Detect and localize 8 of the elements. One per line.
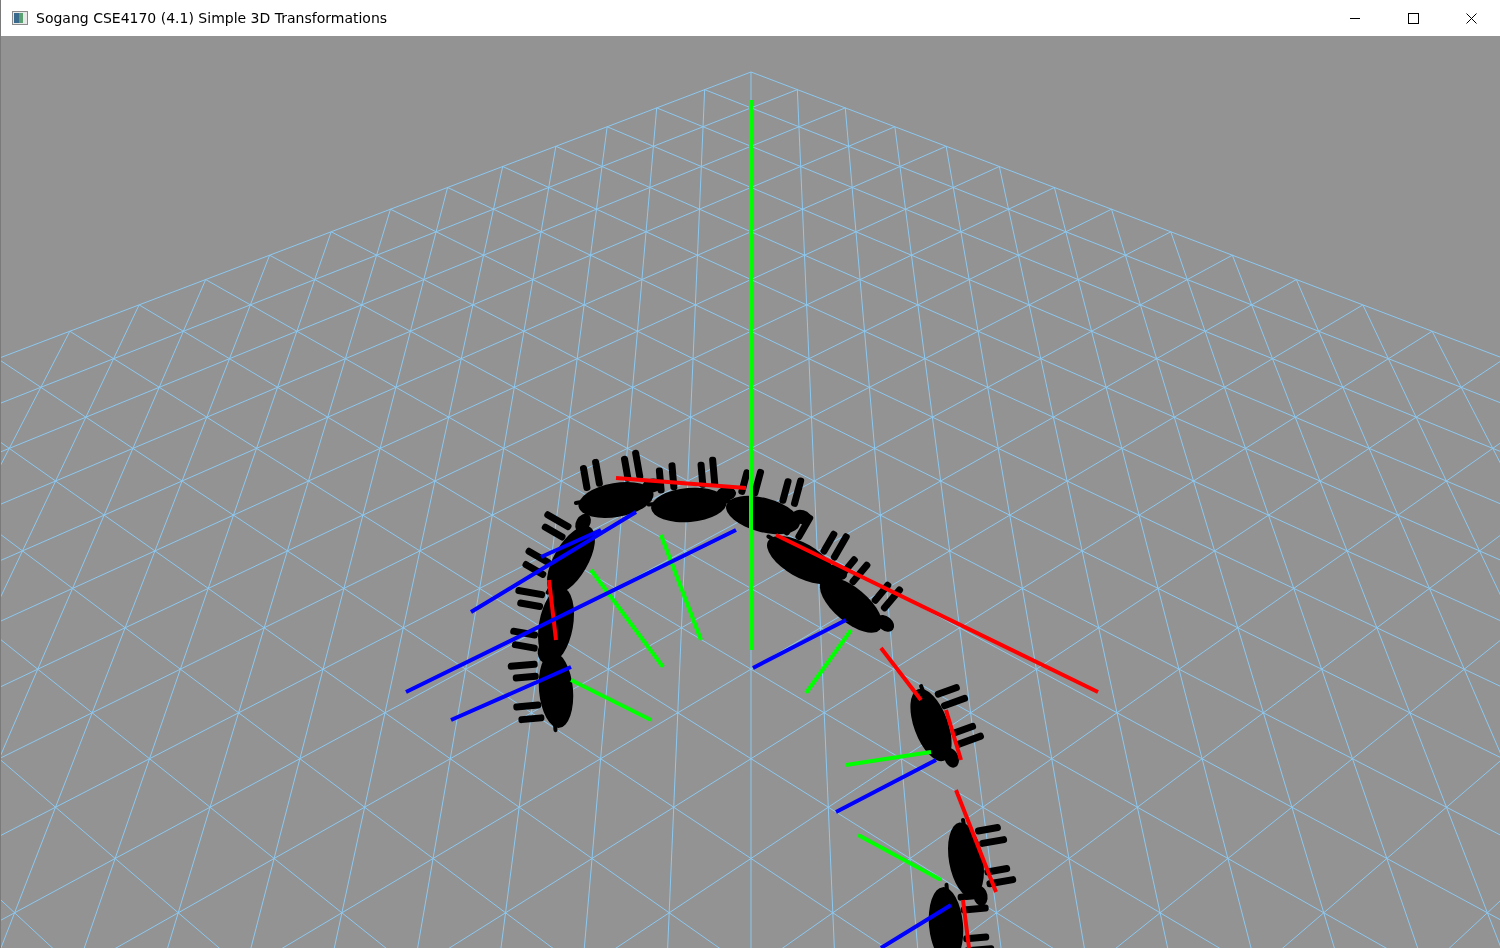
app-icon [12,11,28,25]
maximize-icon [1407,12,1419,24]
3d-viewport[interactable] [1,36,1500,948]
animal-model [928,882,995,948]
axis-line [961,899,971,948]
axis-line [944,709,963,761]
window-title: Sogang CSE4170 (4.1) Simple 3D Transformations [36,10,389,26]
close-icon [1465,12,1477,24]
